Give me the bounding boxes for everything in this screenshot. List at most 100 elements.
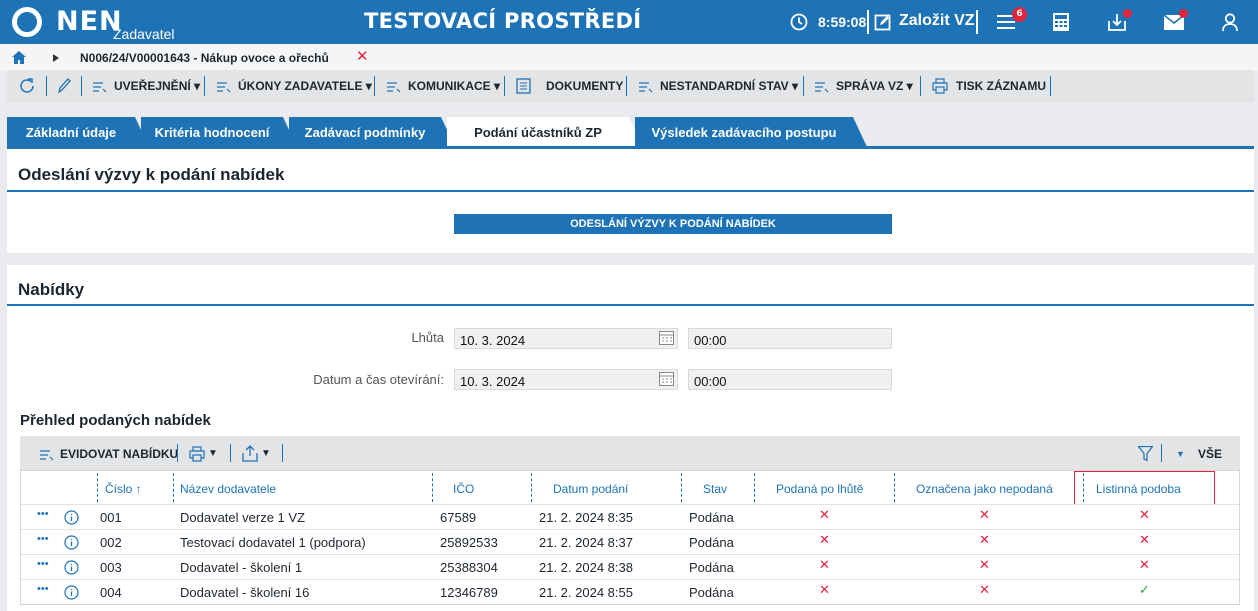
logo-icon[interactable]: [12, 7, 42, 37]
inbox-indicator: [1123, 9, 1132, 18]
breadcrumb-current[interactable]: N006/24/V00001643 - Nákup ovoce a ořechů: [80, 51, 329, 65]
cell-paper: ✕: [1139, 533, 1150, 548]
cell-unsubmitted: ✕: [979, 558, 990, 573]
cell-late: ✕: [819, 583, 830, 598]
edit-icon[interactable]: [874, 13, 892, 31]
column-handle[interactable]: [97, 473, 98, 502]
column-handle[interactable]: [894, 473, 895, 502]
clock-icon: [790, 13, 808, 31]
info-icon[interactable]: [64, 510, 79, 525]
column-header-unsubmitted[interactable]: Označena jako nepodaná: [916, 471, 1053, 504]
print-record-button[interactable]: TISK ZÁZNAMU: [956, 79, 1046, 93]
calendar-icon[interactable]: [659, 331, 674, 345]
list-icon: [93, 82, 107, 93]
refresh-icon[interactable]: [18, 77, 36, 95]
list-icon: [40, 450, 54, 461]
column-handle[interactable]: [432, 473, 433, 502]
tab-procedure-result[interactable]: Výsledek zadávacího postupu: [635, 117, 867, 147]
communication-label: KOMUNIKACE: [408, 79, 491, 93]
tab-participant-submissions[interactable]: Podání účastníků ZP: [447, 117, 643, 147]
create-vz-button[interactable]: Založit VZ: [899, 12, 975, 30]
tab-basic-info[interactable]: Základní údaje: [7, 117, 149, 147]
calendar-icon[interactable]: [659, 372, 674, 386]
cell-paper: ✓: [1139, 583, 1150, 598]
more-icon[interactable]: •••: [37, 583, 49, 595]
pencil-icon[interactable]: [57, 78, 71, 94]
close-icon[interactable]: ✕: [356, 47, 369, 65]
filter-icon[interactable]: [1138, 446, 1153, 462]
offers-section-title: Nabídky: [18, 280, 85, 299]
send-invitation-button[interactable]: ODESLÁNÍ VÝZVY K PODÁNÍ NABÍDEK: [454, 214, 892, 234]
tab-label: Zadávací podmínky: [304, 125, 426, 140]
toolbar-divider: [1050, 76, 1051, 96]
info-icon[interactable]: [64, 535, 79, 550]
chevron-right-icon: [53, 54, 59, 62]
table-row[interactable]: ••• 004 Dodavatel - školení 16 12346789 …: [21, 579, 1239, 604]
session-time: 8:59:08: [818, 14, 867, 30]
column-handle[interactable]: [754, 473, 755, 502]
print-icon[interactable]: [189, 446, 205, 462]
home-icon[interactable]: [12, 51, 26, 64]
acts-menu[interactable]: ÚKONY ZADAVATELE ▾: [238, 79, 372, 93]
column-header-supplier[interactable]: Název dodavatele: [180, 471, 276, 504]
deadline-date-field[interactable]: 10. 3. 2024: [454, 328, 678, 349]
column-header-date[interactable]: Datum podání: [553, 471, 628, 504]
publish-menu[interactable]: UVEŘEJNĚNÍ ▾: [114, 79, 200, 93]
cell-supplier: Dodavatel - školení 1: [180, 560, 303, 575]
table-row[interactable]: ••• 001 Dodavatel verze 1 VZ 67589 21. 2…: [21, 504, 1239, 529]
cell-status: Podána: [689, 585, 734, 600]
cell-number: 003: [100, 560, 122, 575]
opening-time-field[interactable]: 00:00: [688, 369, 892, 390]
cell-ico: 12346789: [440, 585, 498, 600]
cell-ico: 67589: [440, 510, 477, 525]
tab-evaluation-criteria[interactable]: Kritéria hodnocení: [141, 117, 297, 147]
toolbar-divider: [920, 76, 921, 96]
column-title: Číslo: [105, 482, 133, 496]
communication-menu[interactable]: KOMUNIKACE ▾: [408, 79, 500, 93]
environment-title: TESTOVACÍ PROSTŘEDÍ: [364, 9, 642, 33]
tab-tender-conditions[interactable]: Zadávací podmínky: [289, 117, 455, 147]
invite-section-title: Odeslání výzvy k podání nabídek: [18, 165, 285, 184]
mail-indicator: [1179, 9, 1188, 18]
export-icon[interactable]: [242, 445, 258, 462]
more-icon[interactable]: •••: [37, 508, 49, 520]
tab-label: Výsledek zadávacího postupu: [651, 125, 837, 140]
info-icon[interactable]: [64, 585, 79, 600]
column-handle[interactable]: [681, 473, 682, 502]
toolbar-divider: [374, 76, 375, 96]
section-divider: [7, 190, 1254, 192]
column-handle[interactable]: [531, 473, 532, 502]
deadline-time-field[interactable]: 00:00: [688, 328, 892, 349]
column-handle[interactable]: [173, 473, 174, 502]
management-menu[interactable]: SPRÁVA VZ ▾: [836, 79, 913, 93]
column-header-ico[interactable]: IČO: [453, 471, 474, 504]
list-icon: [387, 82, 401, 93]
table-row[interactable]: ••• 003 Dodavatel - školení 1 25388304 2…: [21, 554, 1239, 579]
opening-date-field[interactable]: 10. 3. 2024: [454, 369, 678, 390]
info-icon[interactable]: [64, 560, 79, 575]
more-icon[interactable]: •••: [37, 558, 49, 570]
cell-date: 21. 2. 2024 8:35: [539, 510, 633, 525]
nonstandard-menu[interactable]: NESTANDARDNÍ STAV ▾: [660, 79, 798, 93]
chevron-down-icon[interactable]: ▼: [1176, 449, 1185, 459]
calculator-icon[interactable]: [1053, 13, 1069, 31]
column-header-late[interactable]: Podaná po lhůtě: [776, 471, 863, 504]
toolbar-divider: [46, 76, 47, 96]
table-row[interactable]: ••• 002 Testovací dodavatel 1 (podpora) …: [21, 529, 1239, 554]
toolbar-divider: [177, 444, 178, 462]
user-icon[interactable]: [1222, 13, 1238, 31]
register-offer-button[interactable]: EVIDOVAT NABÍDKU: [60, 447, 178, 461]
grid-toolbar: EVIDOVAT NABÍDKU ▼ ▼ ▼ VŠE: [20, 436, 1240, 470]
documents-button[interactable]: DOKUMENTY: [546, 79, 623, 93]
cell-supplier: Testovací dodavatel 1 (podpora): [180, 535, 366, 550]
cell-late: ✕: [819, 533, 830, 548]
chevron-down-icon[interactable]: ▼: [208, 448, 218, 459]
more-icon[interactable]: •••: [37, 533, 49, 545]
chevron-down-icon[interactable]: ▼: [261, 448, 271, 459]
print-icon: [932, 78, 948, 94]
divider: [976, 10, 978, 34]
column-header-number[interactable]: Číslo ↑: [105, 471, 142, 504]
column-header-status[interactable]: Stav: [703, 471, 727, 504]
filter-all-label[interactable]: VŠE: [1198, 447, 1222, 461]
logo-subtitle: Zadavatel: [113, 26, 175, 42]
